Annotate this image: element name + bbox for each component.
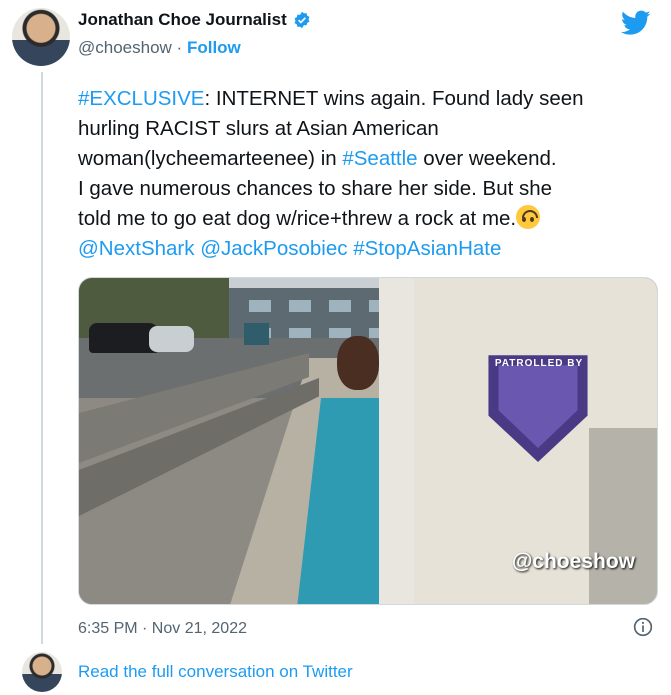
tweet-line-3: woman(lycheemarteenee) in #Seattle over … — [78, 144, 663, 174]
video-scene-car — [149, 326, 194, 352]
video-scene-shadow — [589, 428, 657, 604]
video-scene-door-frame — [379, 278, 419, 604]
video-scene-person-head — [337, 336, 379, 390]
tweet-text: #EXCLUSIVE: INTERNET wins again. Found l… — [78, 84, 663, 264]
tweet-text-segment: told me to go eat dog w/rice+threw a roc… — [78, 207, 517, 230]
verified-badge-icon — [294, 11, 310, 29]
read-full-conversation-link[interactable]: Read the full conversation on Twitter — [78, 662, 353, 682]
tweet-embed-card: Jonathan Choe Journalist @choeshow · Fol… — [0, 0, 671, 695]
author-name[interactable]: Jonathan Choe Journalist — [78, 10, 287, 30]
patrol-badge-text: PATROLLED BY — [494, 358, 584, 369]
follow-button[interactable]: Follow — [187, 38, 241, 57]
handle-separator: · — [176, 38, 183, 57]
author-avatar[interactable] — [12, 8, 70, 66]
video-watermark: @choeshow — [511, 550, 635, 573]
twitter-bird-icon[interactable] — [621, 10, 651, 36]
author-avatar-small[interactable] — [22, 652, 62, 692]
tweet-line-5: told me to go eat dog w/rice+threw a roc… — [78, 204, 663, 234]
tweet-text-segment: I gave numerous chances to share her sid… — [78, 177, 553, 200]
author-handle[interactable]: @choeshow — [78, 38, 172, 57]
tweet-line-6: @NextShark @JackPosobiec #StopAsianHate — [78, 234, 663, 264]
mention-nextshark-link[interactable]: @NextShark — [78, 237, 195, 260]
video-scene-bin — [244, 323, 269, 345]
tweet-line-4: I gave numerous chances to share her sid… — [78, 174, 663, 204]
tweet-line-1: #EXCLUSIVE: INTERNET wins again. Found l… — [78, 84, 663, 114]
upside-down-face-emoji-icon — [516, 205, 541, 229]
tweet-text-segment: woman(lycheemarteenee) in — [78, 147, 343, 170]
hashtag-seattle-link[interactable]: #Seattle — [342, 147, 417, 170]
thread-line — [41, 72, 43, 644]
tweet-text-segment: over weekend. — [417, 147, 557, 170]
author-name-row: Jonathan Choe Journalist — [78, 10, 311, 30]
tweet-video[interactable]: PATROLLED BY @choeshow — [78, 277, 658, 605]
tweet-text-segment: hurling RACIST slurs at Asian American — [78, 117, 439, 140]
hashtag-stopasianhate-link[interactable]: #StopAsianHate — [353, 237, 501, 260]
info-icon[interactable] — [633, 617, 653, 637]
tweet-line-2: hurling RACIST slurs at Asian American — [78, 114, 663, 144]
author-handle-row: @choeshow · Follow — [78, 38, 241, 58]
hashtag-exclusive-link[interactable]: #EXCLUSIVE — [78, 87, 204, 110]
tweet-text-segment: : INTERNET wins again. Found lady seen — [204, 87, 584, 110]
tweet-timestamp[interactable]: 6:35 PM · Nov 21, 2022 — [78, 620, 247, 638]
mention-jackposobiec-link[interactable]: @JackPosobiec — [200, 237, 347, 260]
